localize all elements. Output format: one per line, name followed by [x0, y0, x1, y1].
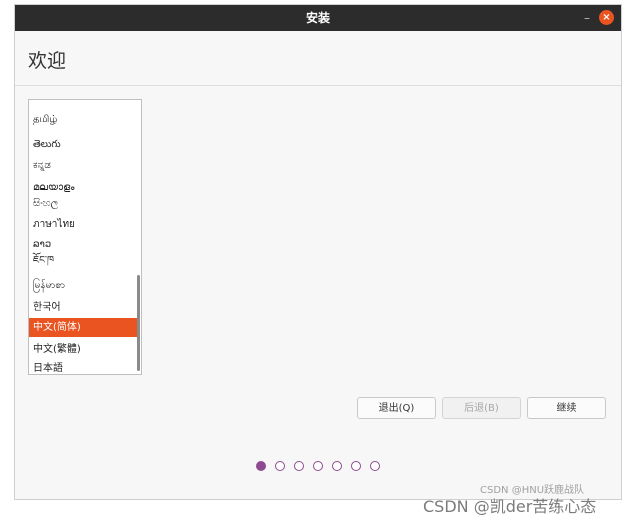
language-item-chinese-simplified[interactable]: 中文(简体)	[29, 318, 140, 337]
installer-window: 安装 – × 欢迎 தமிழ் తెలుగు ಕನ್ನಡ മലയാളം සිංහ…	[14, 4, 622, 500]
progress-dot-1	[256, 461, 266, 471]
language-item-japanese[interactable]: 日本語	[29, 359, 140, 374]
page-title: 欢迎	[28, 50, 67, 72]
progress-dot-5	[332, 461, 342, 471]
window-title: 安装	[305, 11, 330, 25]
progress-dot-4	[313, 461, 323, 471]
page-header: 欢迎	[15, 31, 621, 86]
progress-dot-7	[370, 461, 380, 471]
language-item-sinhala[interactable]: සිංහල	[29, 194, 140, 213]
back-button: 后退(B)	[442, 397, 521, 419]
language-item-kannada[interactable]: ಕನ್ನಡ	[29, 156, 140, 175]
close-button[interactable]: ×	[599, 10, 614, 25]
language-list[interactable]: தமிழ் తెలుగు ಕನ್ನಡ മലയാളം සිංහල ภาษาไทย …	[28, 99, 142, 375]
language-item-tamil[interactable]: தமிழ்	[29, 110, 140, 129]
language-item-dzongkha[interactable]: ཇོང་ཁ	[29, 251, 140, 270]
progress-dot-6	[351, 461, 361, 471]
progress-dot-2	[275, 461, 285, 471]
continue-button[interactable]: 继续	[527, 397, 606, 419]
progress-dot-3	[294, 461, 304, 471]
quit-button[interactable]: 退出(Q)	[357, 397, 436, 419]
language-item-chinese-traditional[interactable]: 中文(繁體)	[29, 340, 140, 359]
minimize-button[interactable]: –	[584, 5, 590, 31]
language-item-thai[interactable]: ภาษาไทย	[29, 215, 140, 234]
language-list-scrollbar[interactable]	[137, 275, 140, 371]
watermark-large: CSDN @凯der苦练心态	[423, 497, 597, 516]
language-item-burmese[interactable]: မြန်မာစာ	[29, 276, 140, 295]
language-item-telugu[interactable]: తెలుగు	[29, 135, 140, 154]
title-bar: 安装 – ×	[15, 5, 621, 31]
language-item-korean[interactable]: 한국어	[29, 298, 140, 317]
